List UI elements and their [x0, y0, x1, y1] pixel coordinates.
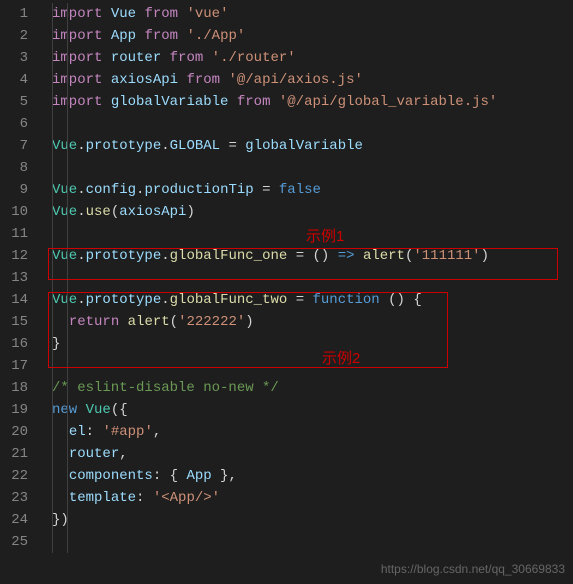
- line-number: 9: [0, 179, 42, 201]
- indent-guide: [67, 3, 68, 553]
- indent-guide: [52, 3, 53, 553]
- line-number: 21: [0, 443, 42, 465]
- code-line[interactable]: import globalVariable from '@/api/global…: [52, 91, 573, 113]
- watermark: https://blog.csdn.net/qq_30669833: [381, 558, 565, 580]
- annotation-label-2: 示例2: [322, 348, 360, 370]
- line-number-gutter: 1234567891011121314151617181920212223242…: [0, 0, 42, 553]
- code-line[interactable]: [52, 113, 573, 135]
- line-number: 12: [0, 245, 42, 267]
- code-line[interactable]: [52, 157, 573, 179]
- line-number: 22: [0, 465, 42, 487]
- code-line[interactable]: import App from './App': [52, 25, 573, 47]
- line-number: 18: [0, 377, 42, 399]
- code-editor[interactable]: 1234567891011121314151617181920212223242…: [0, 0, 573, 553]
- line-number: 10: [0, 201, 42, 223]
- line-number: 15: [0, 311, 42, 333]
- code-line[interactable]: /* eslint-disable no-new */: [52, 377, 573, 399]
- line-number: 19: [0, 399, 42, 421]
- code-line[interactable]: Vue.prototype.globalFunc_two = function …: [52, 289, 573, 311]
- line-number: 5: [0, 91, 42, 113]
- line-number: 2: [0, 25, 42, 47]
- line-number: 6: [0, 113, 42, 135]
- code-line[interactable]: [52, 355, 573, 377]
- line-number: 24: [0, 509, 42, 531]
- code-line[interactable]: components: { App },: [52, 465, 573, 487]
- code-line[interactable]: router,: [52, 443, 573, 465]
- code-line[interactable]: [52, 267, 573, 289]
- line-number: 25: [0, 531, 42, 553]
- code-line[interactable]: import router from './router': [52, 47, 573, 69]
- line-number: 14: [0, 289, 42, 311]
- code-line[interactable]: }): [52, 509, 573, 531]
- line-number: 17: [0, 355, 42, 377]
- code-area[interactable]: import Vue from 'vue' import App from '.…: [42, 0, 573, 553]
- code-line[interactable]: Vue.config.productionTip = false: [52, 179, 573, 201]
- code-line[interactable]: template: '<App/>': [52, 487, 573, 509]
- code-line[interactable]: new Vue({: [52, 399, 573, 421]
- code-line[interactable]: }: [52, 333, 573, 355]
- line-number: 4: [0, 69, 42, 91]
- code-line[interactable]: import axiosApi from '@/api/axios.js': [52, 69, 573, 91]
- line-number: 16: [0, 333, 42, 355]
- line-number: 11: [0, 223, 42, 245]
- code-line[interactable]: Vue.use(axiosApi): [52, 201, 573, 223]
- code-line[interactable]: Vue.prototype.GLOBAL = globalVariable: [52, 135, 573, 157]
- code-line[interactable]: Vue.prototype.globalFunc_one = () => ale…: [52, 245, 573, 267]
- annotation-label-1: 示例1: [306, 226, 344, 248]
- code-line[interactable]: import Vue from 'vue': [52, 3, 573, 25]
- line-number: 3: [0, 47, 42, 69]
- line-number: 13: [0, 267, 42, 289]
- line-number: 20: [0, 421, 42, 443]
- line-number: 8: [0, 157, 42, 179]
- code-line[interactable]: el: '#app',: [52, 421, 573, 443]
- line-number: 23: [0, 487, 42, 509]
- line-number: 7: [0, 135, 42, 157]
- line-number: 1: [0, 3, 42, 25]
- code-line[interactable]: [52, 531, 573, 553]
- code-line[interactable]: return alert('222222'): [52, 311, 573, 333]
